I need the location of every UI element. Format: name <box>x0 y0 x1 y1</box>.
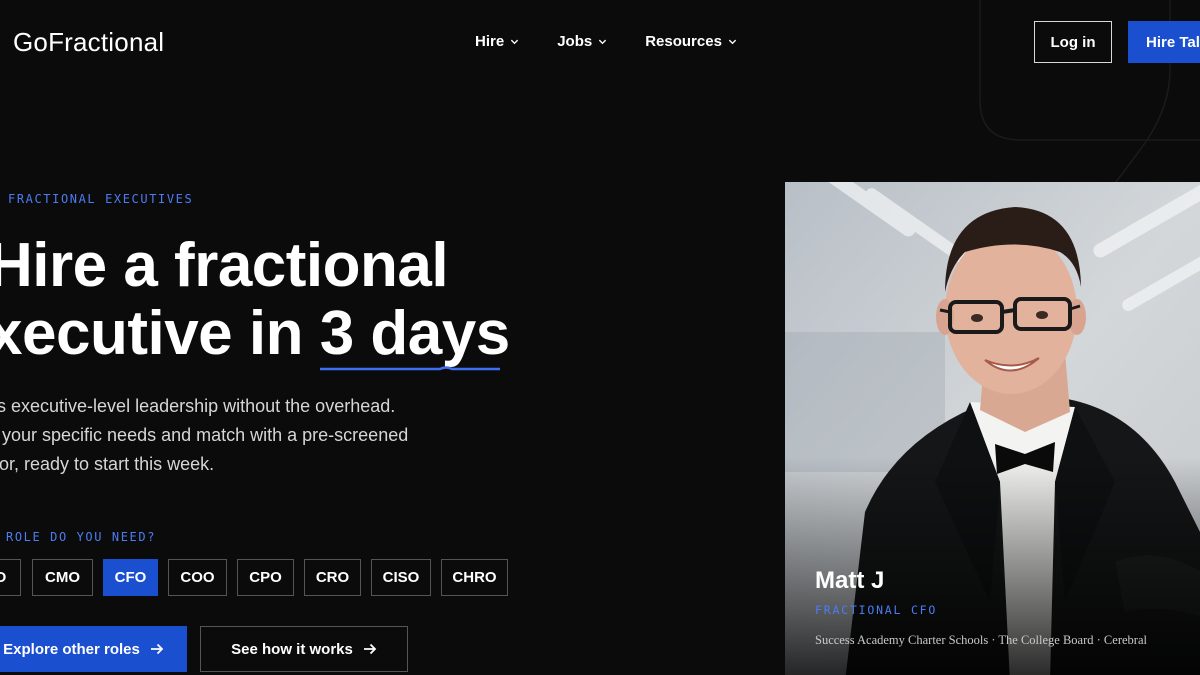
role-option-cro[interactable]: CRO <box>304 559 361 596</box>
profile-role: FRACTIONAL CFO <box>815 603 938 617</box>
role-option-chro[interactable]: CHRO <box>441 559 508 596</box>
nav-jobs-label: Jobs <box>557 33 593 50</box>
highlight-underline <box>319 366 500 371</box>
landing-page: GoFractional Hire Jobs Resources Log in … <box>0 0 1200 675</box>
chevron-down-icon <box>511 39 519 45</box>
role-option[interactable]: O <box>0 559 21 596</box>
profile-companies: Success Academy Charter Schools · The Co… <box>815 633 1147 647</box>
role-option-cpo[interactable]: CPO <box>237 559 294 596</box>
headline-line-2: xecutive in 3 days <box>0 299 511 371</box>
subtext-line: ess executive-level leadership without t… <box>0 396 396 416</box>
chevron-down-icon <box>728 39 737 45</box>
nav-resources-label: Resources <box>645 33 722 50</box>
headline-line-2-prefix: xecutive in <box>0 299 320 368</box>
profile-photo <box>785 182 1200 675</box>
hero-subtext: ess executive-level leadership without t… <box>0 392 458 479</box>
how-it-works-button[interactable]: See how it works <box>200 626 408 672</box>
headline-line-1: Hire a fractional <box>0 231 449 300</box>
headline-highlight: 3 days <box>319 299 511 371</box>
nav-resources[interactable]: Resources <box>645 33 737 50</box>
nav-jobs[interactable]: Jobs <box>557 33 607 50</box>
hero-eyebrow: FRACTIONAL EXECUTIVES <box>8 192 194 206</box>
subtext-line: us your specific needs and match with a … <box>0 425 409 445</box>
arrow-right-icon <box>150 643 164 655</box>
nav-hire-label: Hire <box>475 33 505 50</box>
role-option-cmo[interactable]: CMO <box>32 559 93 596</box>
hero-headline: Hire a fractional xecutive in 3 days <box>0 231 511 371</box>
explore-roles-button[interactable]: Explore other roles <box>0 626 187 672</box>
headline-highlight-text: 3 days <box>319 299 511 368</box>
profile-card[interactable]: Matt J FRACTIONAL CFO Success Academy Ch… <box>785 182 1200 675</box>
main-nav: Hire Jobs Resources <box>475 33 775 50</box>
hire-talent-button[interactable]: Hire Tale <box>1128 21 1200 63</box>
how-it-works-label: See how it works <box>231 640 353 658</box>
profile-name: Matt J <box>815 567 885 594</box>
subtext-line: rator, ready to start this week. <box>0 454 215 474</box>
explore-roles-label: Explore other roles <box>3 640 140 658</box>
role-option-ciso[interactable]: CISO <box>371 559 431 596</box>
login-button[interactable]: Log in <box>1034 21 1112 63</box>
nav-hire[interactable]: Hire <box>475 33 519 50</box>
role-question: ROLE DO YOU NEED? <box>6 530 157 544</box>
chevron-down-icon <box>599 39 607 45</box>
arrow-right-icon <box>363 643 377 655</box>
role-option-cfo[interactable]: CFO <box>103 559 158 596</box>
role-option-coo[interactable]: COO <box>168 559 227 596</box>
logo[interactable]: GoFractional <box>13 27 164 58</box>
